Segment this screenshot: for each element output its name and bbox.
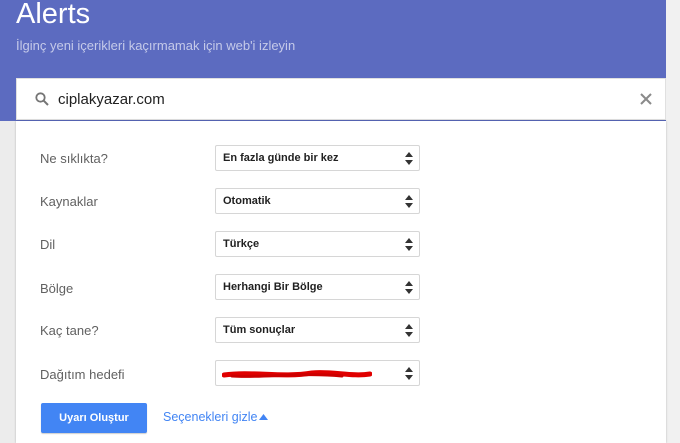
how-many-label: Kaç tane? (40, 323, 99, 338)
search-value: ciplakyazar.com (58, 91, 165, 108)
select-arrows-icon (405, 152, 413, 165)
page-title: Alerts (16, 0, 91, 30)
region-value: Herhangi Bir Bölge (223, 281, 323, 293)
language-select[interactable]: Türkçe (215, 231, 420, 257)
search-icon (35, 92, 49, 106)
select-arrows-icon (405, 238, 413, 251)
frequency-select[interactable]: En fazla günde bir kez (215, 145, 420, 171)
close-icon[interactable] (637, 90, 655, 108)
page-edge (666, 0, 680, 443)
sources-value: Otomatik (223, 195, 271, 207)
create-alert-button[interactable]: Uyarı Oluştur (41, 403, 147, 433)
select-arrows-icon (405, 367, 413, 380)
chevron-up-icon[interactable] (259, 414, 268, 420)
deliver-to-select[interactable] (215, 360, 420, 386)
language-value: Türkçe (223, 238, 260, 250)
how-many-select[interactable]: Tüm sonuçlar (215, 317, 420, 343)
language-label: Dil (40, 237, 56, 252)
select-arrows-icon (405, 324, 413, 337)
frequency-label: Ne sıklıkta? (40, 151, 108, 166)
how-many-value: Tüm sonuçlar (223, 324, 296, 336)
deliver-to-label: Dağıtım hedefi (40, 367, 125, 382)
redaction-mark (222, 370, 372, 378)
sources-label: Kaynaklar (40, 194, 98, 209)
region-label: Bölge (40, 281, 74, 296)
search-input[interactable]: ciplakyazar.com (16, 78, 666, 120)
frequency-value: En fazla günde bir kez (223, 152, 339, 164)
select-arrows-icon (405, 281, 413, 294)
sources-select[interactable]: Otomatik (215, 188, 420, 214)
region-select[interactable]: Herhangi Bir Bölge (215, 274, 420, 300)
hide-options-link[interactable]: Seçenekleri gizle (163, 410, 258, 424)
select-arrows-icon (405, 195, 413, 208)
page-subtitle: İlginç yeni içerikleri kaçırmamak için w… (16, 38, 296, 53)
